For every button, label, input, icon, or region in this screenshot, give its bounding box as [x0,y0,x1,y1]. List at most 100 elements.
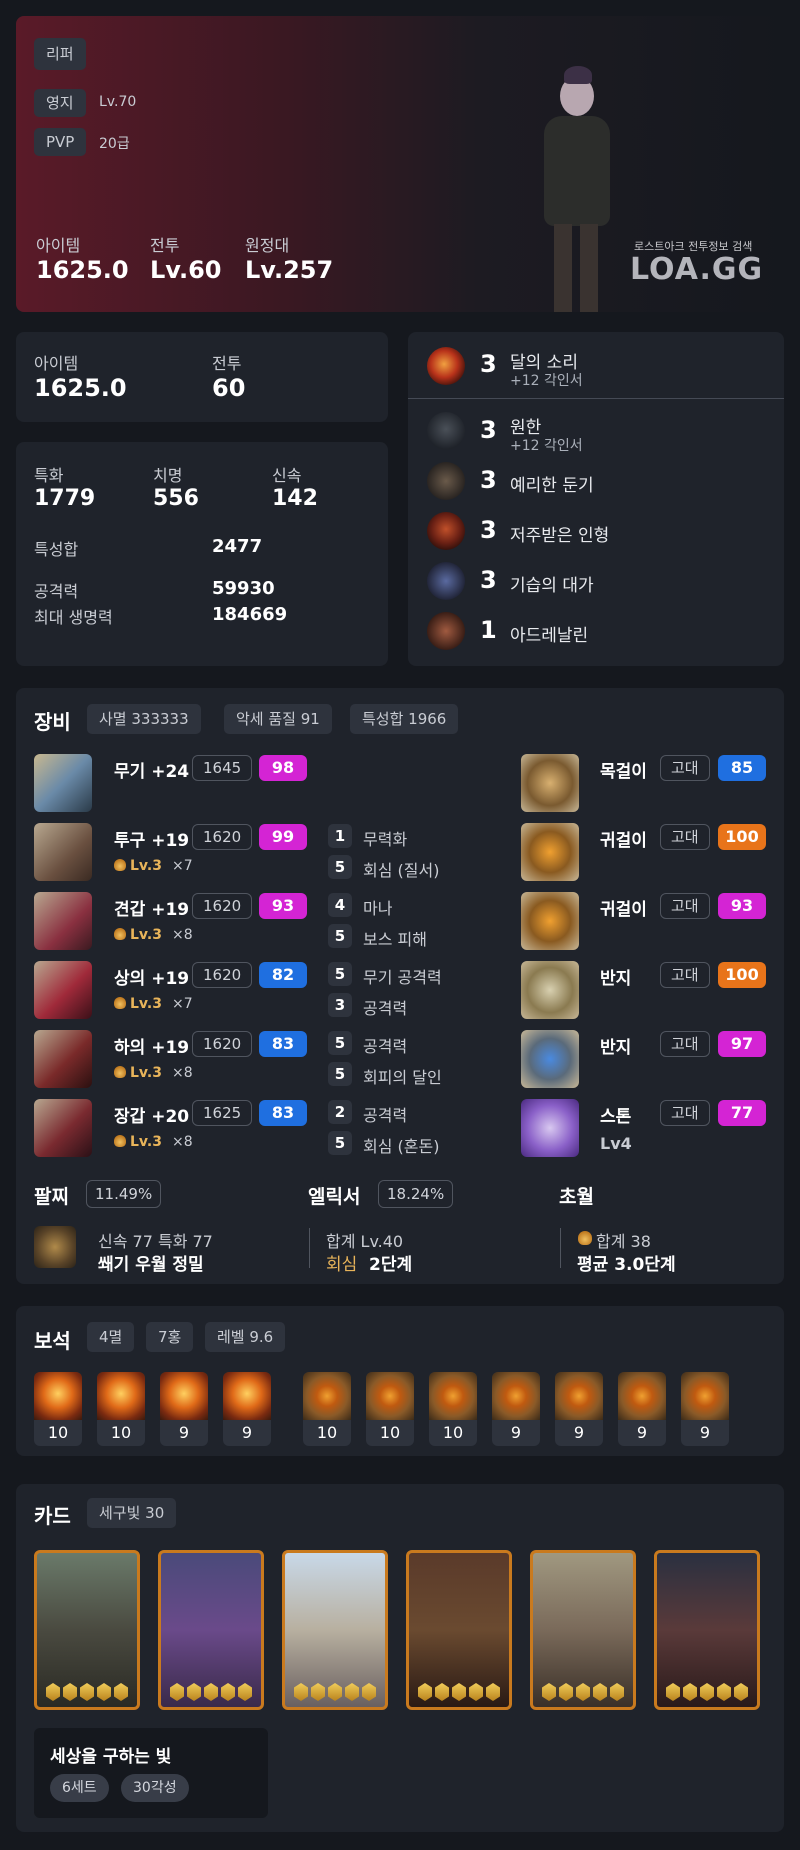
item-level-badge: 1620 [192,1031,253,1057]
damage-gem[interactable]: 9 [223,1372,271,1446]
grudge-icon [427,412,465,450]
awakening-gem-icon [97,1683,111,1701]
card-3[interactable] [282,1550,388,1710]
awakening-gem-icon [362,1683,376,1701]
watermark-logo: LOA.GG [630,252,764,287]
bracelet-effects: 쐐기 우월 정밀 [98,1255,204,1275]
ring-icon[interactable] [521,1030,579,1088]
elixir-option-level: 1 [328,824,352,848]
stone-level: Lv4 [600,1134,632,1153]
damage-gem[interactable]: 10 [97,1372,145,1446]
cooldown-gem[interactable]: 9 [492,1372,540,1446]
card-4[interactable] [406,1550,512,1710]
stat-atk-label: 공격력 [34,582,79,601]
card-2[interactable] [158,1550,264,1710]
earring-icon[interactable] [521,823,579,881]
elixir-option-level: 4 [328,893,352,917]
stat-crit-value: 556 [153,486,199,511]
transcend-total: 합계 38 [596,1232,651,1251]
pants-icon[interactable] [34,1030,92,1088]
quality-badge: 83 [259,1031,307,1057]
gem-level: 9 [241,1423,253,1442]
elixir-level: Lv.3 [114,1134,162,1150]
elixir-count: ×8 [172,927,193,943]
gems-title: 보석 [34,1329,71,1353]
quality-badge: 85 [718,755,766,781]
ability-stone-icon[interactable] [521,1099,579,1157]
shoulder-icon[interactable] [34,892,92,950]
bracelet-icon [34,1226,76,1268]
accessory-name: 목걸이 [600,762,647,782]
ring-icon[interactable] [521,961,579,1019]
stronghold-value: Lv.70 [99,94,137,110]
elixir-level-text: Lv.3 [130,1065,162,1081]
gem-level: 10 [379,1423,401,1442]
awakening-gem-icon [666,1683,680,1701]
card-set-name: 세상을 구하는 빛 [50,1747,172,1767]
header-combat-value: Lv.60 [150,256,222,284]
elixir-option-name: 공격력 [363,1106,408,1125]
gem-level: 9 [636,1423,648,1442]
card-awakening-stars [161,1683,261,1701]
elixir-option-level: 5 [328,1062,352,1086]
cooldown-gem[interactable]: 10 [303,1372,351,1446]
damage-gem[interactable]: 9 [160,1372,208,1446]
card-6[interactable] [654,1550,760,1710]
elixir-option-level: 5 [328,962,352,986]
elixir-option-name: 무력화 [363,830,408,849]
awakening-gem-icon [80,1683,94,1701]
engraving-level: 3 [480,516,497,544]
awakening-gem-icon [486,1683,500,1701]
stronghold-label: 영지 [34,89,86,117]
card-awakening-stars [533,1683,633,1701]
elixir-option-level: 5 [328,1131,352,1155]
chest-icon[interactable] [34,961,92,1019]
cooldown-gem[interactable]: 9 [681,1372,729,1446]
elixir-level: Lv.3 [114,927,162,943]
elixir-total: 합계 Lv.40 [326,1232,404,1251]
awakening-gem-icon [542,1683,556,1701]
awakening-gem-icon [238,1683,252,1701]
engraving-name: 기습의 대가 [510,576,594,596]
elixir-level-text: Lv.3 [130,996,162,1012]
elixir-option-level: 2 [328,1100,352,1124]
elixir-count: ×7 [172,858,193,874]
elixir-count: ×7 [172,996,193,1012]
cooldown-gem[interactable]: 10 [366,1372,414,1446]
card-5[interactable] [530,1550,636,1710]
awakening-gem-icon [559,1683,573,1701]
accessory-name: 귀걸이 [600,831,647,851]
cooldown-gem-icon [366,1372,414,1420]
keen-blunt-icon [427,462,465,500]
awakening-gem-icon [114,1683,128,1701]
cooldown-gem[interactable]: 10 [429,1372,477,1446]
cooldown-gem[interactable]: 9 [618,1372,666,1446]
card-1[interactable] [34,1550,140,1710]
elixir-option-name: 회심 (질서) [363,861,440,880]
card-awakening-stars [285,1683,385,1701]
damage-gem[interactable]: 10 [34,1372,82,1446]
card-awakening-stars [37,1683,137,1701]
bracelet-pct: 11.49% [86,1180,162,1208]
elixir-option-level: 5 [328,855,352,879]
quality-badge: 82 [259,962,307,988]
quality-badge: 100 [718,962,766,988]
summary-item-value: 1625.0 [34,374,127,402]
awakening-gem-icon [683,1683,697,1701]
cooldown-gem[interactable]: 9 [555,1372,603,1446]
quality-badge: 93 [259,893,307,919]
tier-badge: 고대 [660,755,710,781]
transcend-average: 평균 3.0단계 [577,1255,676,1275]
transcend-flame-icon [114,997,126,1009]
elixir-title: 엘릭서 [308,1186,361,1208]
earring-icon[interactable] [521,892,579,950]
elixir-level-text: Lv.3 [130,858,162,874]
awakening-gem-icon [452,1683,466,1701]
weapon-icon[interactable] [34,754,92,812]
gloves-icon[interactable] [34,1099,92,1157]
elixir-pct: 18.24% [378,1180,454,1208]
helmet-icon[interactable] [34,823,92,881]
stat-spec-label: 특화 [34,466,64,485]
bracelet-title: 팔찌 [34,1186,69,1208]
necklace-icon[interactable] [521,754,579,812]
